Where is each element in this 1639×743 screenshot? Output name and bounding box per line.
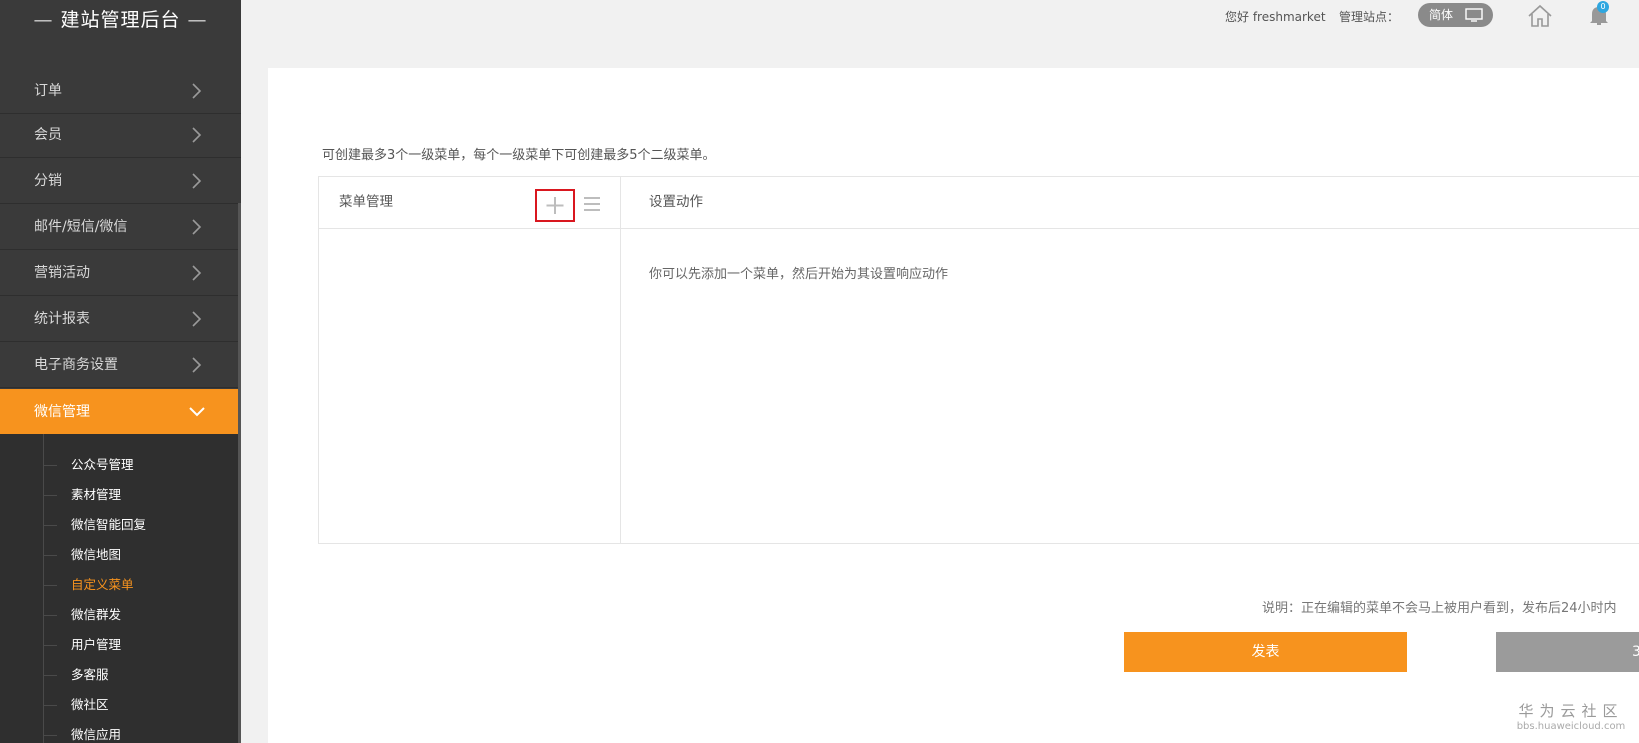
header-divider [319, 228, 1639, 229]
watermark-url: bbs.huaweicloud.com [1516, 721, 1626, 732]
sidebar-scrollbar[interactable] [238, 203, 241, 743]
menu-management-header: 菜单管理 [339, 194, 393, 210]
chevron-right-icon [192, 127, 202, 143]
chevron-right-icon [192, 357, 202, 373]
sidebar-item-messaging[interactable]: 邮件/短信/微信 [0, 204, 241, 250]
wechat-submenu: 公众号管理 素材管理 微信智能回复 微信地图 自定义菜单 微信群发 用户管理 多… [0, 434, 241, 743]
menu-list-column: 菜单管理 [319, 177, 621, 543]
submenu-item-custom-menu[interactable]: 自定义菜单 [43, 570, 134, 600]
submenu-item-community[interactable]: 微社区 [43, 690, 109, 720]
sidebar-item-label: 订单 [34, 83, 62, 99]
chevron-down-icon [189, 407, 205, 417]
empty-state-message: 你可以先添加一个菜单，然后开始为其设置响应动作 [649, 267, 949, 282]
sidebar-item-label: 会员 [34, 127, 62, 143]
publish-button[interactable]: 发表 [1124, 632, 1407, 672]
sidebar-item-orders[interactable]: 订单 [0, 68, 241, 114]
sort-list-icon[interactable] [583, 195, 601, 213]
submenu-item-materials[interactable]: 素材管理 [43, 480, 121, 510]
submenu-item-mass-send[interactable]: 微信群发 [43, 600, 121, 630]
language-toggle-button[interactable]: 简体 [1418, 3, 1493, 27]
site-label: 管理站点： [1339, 10, 1400, 24]
secondary-button-label: 3 [1632, 644, 1639, 660]
plus-icon [546, 197, 564, 214]
watermark: 华为云社区 bbs.huaweicloud.com [1515, 700, 1627, 732]
logo: — 建站管理后台 — [33, 9, 208, 31]
sidebar-item-label: 统计报表 [34, 311, 90, 327]
sidebar-item-reports[interactable]: 统计报表 [0, 296, 241, 342]
submenu-item-accounts[interactable]: 公众号管理 [43, 450, 134, 480]
logo-text: 建站管理后台 [60, 9, 181, 31]
menu-editor: 菜单管理 设置动作 你可以先添加一个菜单，然后开始为其设置响应动作 [318, 176, 1639, 544]
chevron-right-icon [192, 265, 202, 281]
submenu-item-users[interactable]: 用户管理 [43, 630, 121, 660]
set-action-header: 设置动作 [649, 194, 703, 210]
submenu-item-customer-service[interactable]: 多客服 [43, 660, 109, 690]
chevron-right-icon [192, 173, 202, 189]
sidebar-item-label: 邮件/短信/微信 [34, 219, 128, 235]
submenu-item-apps[interactable]: 微信应用 [43, 720, 121, 743]
sidebar-item-label: 分销 [34, 173, 62, 189]
sidebar: — 建站管理后台 — 订单 会员 分销 邮件/短信/微信 营销活动 统计报表 电… [0, 0, 241, 743]
submenu-item-smart-reply[interactable]: 微信智能回复 [43, 510, 146, 540]
watermark-title: 华为云社区 [1518, 702, 1624, 720]
sidebar-item-label: 微信管理 [34, 404, 90, 420]
sidebar-item-wechat[interactable]: 微信管理 [0, 389, 241, 435]
sidebar-item-label: 营销活动 [34, 265, 90, 281]
add-menu-button[interactable] [535, 189, 575, 222]
menu-limit-hint: 可创建最多3个一级菜单，每个一级菜单下可创建最多5个二级菜单。 [322, 148, 716, 163]
home-icon[interactable] [1527, 3, 1553, 29]
notification-badge: 0 [1597, 1, 1609, 13]
publish-note: 说明：正在编辑的菜单不会马上被用户看到，发布后24小时内 [1262, 601, 1617, 616]
sidebar-item-ecommerce-settings[interactable]: 电子商务设置 [0, 342, 241, 388]
sidebar-item-members[interactable]: 会员 [0, 112, 241, 158]
submenu-item-map[interactable]: 微信地图 [43, 540, 121, 570]
chevron-right-icon [192, 311, 202, 327]
main-panel: 可创建最多3个一级菜单，每个一级菜单下可创建最多5个二级菜单。 菜单管理 设置动… [268, 68, 1639, 743]
greeting-text: 您好 freshmarket [1225, 10, 1326, 24]
sidebar-item-marketing[interactable]: 营销活动 [0, 250, 241, 296]
sidebar-item-distribution[interactable]: 分销 [0, 158, 241, 204]
chevron-right-icon [192, 219, 202, 235]
chevron-right-icon [192, 83, 202, 99]
monitor-icon [1465, 8, 1483, 22]
sidebar-item-label: 电子商务设置 [34, 357, 118, 373]
secondary-button[interactable]: 3 [1496, 632, 1639, 672]
language-label: 简体 [1429, 8, 1454, 22]
